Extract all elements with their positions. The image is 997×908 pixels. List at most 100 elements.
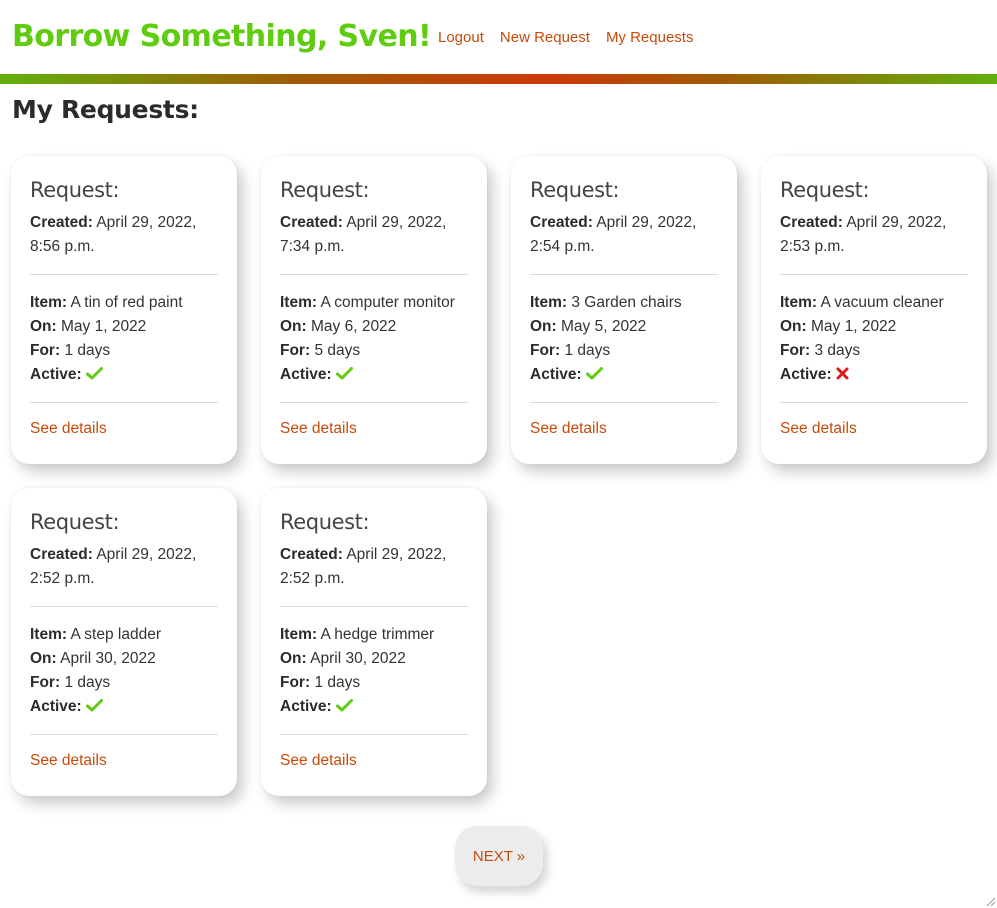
active-label: Active:	[30, 698, 82, 715]
item-field: Item: A computer monitor	[280, 291, 468, 315]
on-label: On:	[30, 650, 57, 667]
created-field: Created: April 29, 2022,	[530, 211, 718, 235]
on-field: On: April 30, 2022	[280, 647, 468, 671]
created-date: April 29, 2022,	[96, 546, 197, 563]
see-details-link[interactable]: See details	[30, 752, 107, 769]
created-time: 2:52 p.m.	[30, 570, 95, 587]
card-title: Request:	[530, 178, 620, 202]
on-value: May 5, 2022	[561, 318, 647, 335]
active-label: Active:	[30, 366, 82, 383]
request-card: Request: Created: April 29, 2022, 8:56 p.m…	[11, 156, 237, 464]
created-time: 2:52 p.m.	[280, 570, 345, 587]
item-value: A tin of red paint	[70, 294, 183, 311]
nav-logout-link[interactable]: Logout	[438, 29, 484, 46]
created-date: April 29, 2022,	[346, 546, 447, 563]
resize-grip-icon[interactable]	[986, 897, 995, 906]
for-field: For: 1 days	[530, 339, 718, 363]
active-field: Active:	[30, 695, 218, 719]
on-label: On:	[30, 318, 57, 335]
created-time: 2:53 p.m.	[780, 238, 845, 255]
item-value: A step ladder	[70, 626, 161, 643]
for-value: 1 days	[314, 674, 361, 691]
item-field: Item: A hedge trimmer	[280, 623, 468, 647]
created-label: Created:	[30, 214, 93, 231]
on-label: On:	[280, 650, 307, 667]
item-field: Item: A vacuum cleaner	[780, 291, 968, 315]
on-field: On: May 1, 2022	[780, 315, 968, 339]
item-label: Item:	[30, 626, 68, 643]
for-field: For: 1 days	[280, 671, 468, 695]
for-field: For: 1 days	[30, 339, 218, 363]
active-field: Active:	[780, 363, 968, 387]
for-field: For: 1 days	[30, 671, 218, 695]
active-label: Active:	[780, 366, 832, 383]
item-value: 3 Garden chairs	[571, 294, 682, 311]
header-gradient-divider	[0, 74, 997, 84]
on-field: On: May 5, 2022	[530, 315, 718, 339]
item-label: Item:	[30, 294, 68, 311]
main-nav: Logout New Request My Requests	[438, 29, 693, 46]
on-field: On: May 1, 2022	[30, 315, 218, 339]
card-divider	[30, 606, 218, 607]
active-field: Active:	[530, 363, 718, 387]
page-title: My Requests:	[12, 95, 199, 124]
item-value: A vacuum cleaner	[820, 294, 944, 311]
nav-new-request-link[interactable]: New Request	[500, 29, 590, 46]
created-date: April 29, 2022,	[346, 214, 447, 231]
check-icon	[336, 699, 353, 712]
card-divider	[280, 274, 468, 275]
for-label: For:	[780, 342, 811, 359]
on-value: May 1, 2022	[811, 318, 897, 335]
check-icon	[586, 367, 603, 380]
created-field: Created: April 29, 2022,	[280, 211, 468, 235]
created-label: Created:	[30, 546, 93, 563]
created-time: 2:54 p.m.	[530, 238, 595, 255]
see-details-link[interactable]: See details	[30, 420, 107, 437]
created-label: Created:	[280, 214, 343, 231]
card-title: Request:	[780, 178, 870, 202]
for-label: For:	[30, 342, 61, 359]
for-value: 3 days	[814, 342, 861, 359]
created-label: Created:	[530, 214, 593, 231]
request-card: Request: Created: April 29, 2022, 2:53 p.m…	[761, 156, 987, 464]
nav-my-requests-link[interactable]: My Requests	[606, 29, 694, 46]
item-label: Item:	[280, 626, 318, 643]
see-details-link[interactable]: See details	[780, 420, 857, 437]
card-title: Request:	[30, 510, 120, 534]
see-details-link[interactable]: See details	[280, 752, 357, 769]
card-divider	[280, 734, 468, 735]
created-field: Created: April 29, 2022,	[780, 211, 968, 235]
see-details-link[interactable]: See details	[280, 420, 357, 437]
created-field: Created: April 29, 2022,	[30, 211, 218, 235]
for-value: 5 days	[314, 342, 361, 359]
created-date: April 29, 2022,	[846, 214, 947, 231]
next-page-button[interactable]: NEXT »	[455, 826, 543, 886]
check-icon	[86, 699, 103, 712]
on-label: On:	[280, 318, 307, 335]
card-divider	[30, 274, 218, 275]
for-value: 1 days	[64, 674, 111, 691]
item-value: A computer monitor	[320, 294, 455, 311]
card-divider	[780, 402, 968, 403]
on-value: April 30, 2022	[310, 650, 406, 667]
card-divider	[30, 402, 218, 403]
for-value: 1 days	[64, 342, 111, 359]
see-details-link[interactable]: See details	[530, 420, 607, 437]
created-label: Created:	[280, 546, 343, 563]
site-header: Borrow Something, Sven! Logout New Reque…	[0, 0, 997, 76]
check-icon	[336, 367, 353, 380]
item-label: Item:	[780, 294, 818, 311]
request-card: Request: Created: April 29, 2022, 2:52 p.m…	[11, 488, 237, 796]
active-field: Active:	[30, 363, 218, 387]
on-label: On:	[780, 318, 807, 335]
item-field: Item: 3 Garden chairs	[530, 291, 718, 315]
on-label: On:	[530, 318, 557, 335]
brand-title: Borrow Something, Sven!	[12, 19, 432, 54]
created-date: April 29, 2022,	[596, 214, 697, 231]
active-label: Active:	[280, 698, 332, 715]
request-card: Request: Created: April 29, 2022, 7:34 p.m…	[261, 156, 487, 464]
created-field: Created: April 29, 2022,	[280, 543, 468, 567]
item-label: Item:	[530, 294, 568, 311]
request-card: Request: Created: April 29, 2022, 2:54 p.m…	[511, 156, 737, 464]
card-divider	[280, 402, 468, 403]
